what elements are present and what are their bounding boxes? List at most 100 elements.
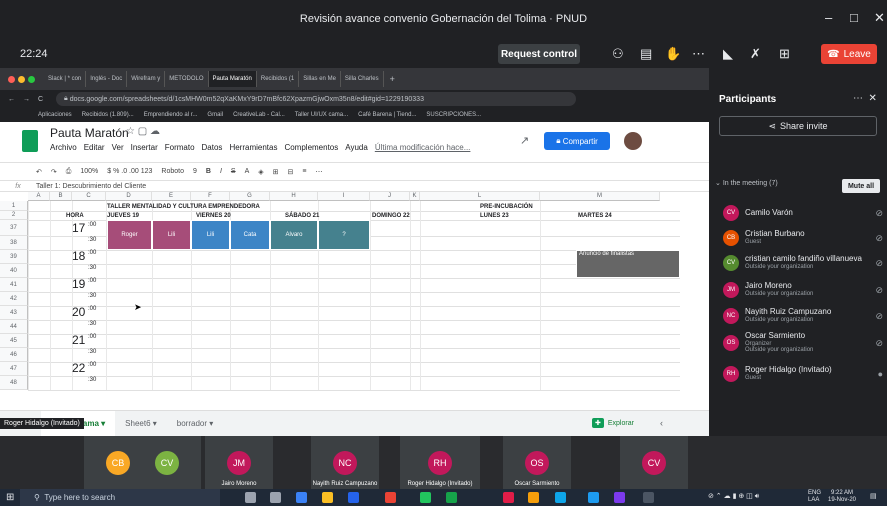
row-header[interactable]: 38 <box>0 236 28 250</box>
menu-item[interactable]: Complementos <box>284 143 338 152</box>
finalists-block[interactable]: Anuncio de finalistas <box>576 250 680 278</box>
browser-tab[interactable]: Inglés - Doc <box>86 71 128 87</box>
star-icon[interactable]: ☆ ▢ ☁ <box>126 126 160 137</box>
schedule-block[interactable]: ? <box>318 220 370 250</box>
column-header[interactable]: E <box>152 192 191 201</box>
in-meeting-label[interactable]: ⌄ In the meeting (7) <box>715 179 778 187</box>
column-header[interactable]: F <box>191 192 230 201</box>
column-header[interactable]: G <box>230 192 270 201</box>
notifications-icon[interactable]: ▤ <box>870 492 877 500</box>
browser-tab[interactable]: Recibidos (1 <box>256 71 300 87</box>
present-icon[interactable]: ⊞ <box>779 46 790 62</box>
mic-muted-icon[interactable]: ⊘ <box>875 285 883 296</box>
minimize-icon[interactable]: – <box>825 10 832 25</box>
browser-tab[interactable]: Wirefram y <box>127 71 166 87</box>
mic-muted-icon[interactable]: ⊘ <box>875 311 883 322</box>
column-header[interactable]: K <box>410 192 420 201</box>
menu-item[interactable]: Archivo <box>50 143 77 152</box>
app-icon[interactable] <box>503 492 514 503</box>
undo-icon[interactable]: ↶ <box>36 168 42 176</box>
column-header[interactable]: I <box>318 192 370 201</box>
mic-muted-icon[interactable]: ⊘ <box>875 258 883 269</box>
italic-icon[interactable]: I <box>220 168 222 175</box>
row-header[interactable]: 42 <box>0 292 28 306</box>
row-header[interactable]: 41 <box>0 278 28 292</box>
bookmark[interactable]: Emprendiendo al r... <box>144 112 198 118</box>
fill-color-icon[interactable]: ◈ <box>258 168 263 176</box>
close-window-icon[interactable]: ✕ <box>874 10 885 26</box>
participant-item[interactable]: RH Roger Hidalgo (Invitado) Guest ● <box>723 362 883 386</box>
back-icon[interactable]: ← <box>8 96 15 103</box>
print-icon[interactable]: ⎙ <box>66 168 72 176</box>
borders-icon[interactable]: ⊞ <box>273 168 279 176</box>
explore-button[interactable]: ✚ Explorar <box>592 418 634 428</box>
app-icon[interactable] <box>528 492 539 503</box>
mic-muted-icon[interactable]: ⊘ <box>875 208 883 219</box>
more-tools-icon[interactable]: ⋯ <box>316 168 323 176</box>
schedule-block[interactable]: Alvaro <box>270 220 318 250</box>
participant-tile[interactable]: CV <box>620 436 688 489</box>
merge-icon[interactable]: ⊟ <box>288 168 294 176</box>
font-select[interactable]: Roboto <box>161 168 184 175</box>
row-header[interactable]: 40 <box>0 264 28 278</box>
column-header[interactable]: B <box>50 192 72 201</box>
redo-icon[interactable]: ↷ <box>51 168 57 176</box>
camera-off-icon[interactable]: ◣ <box>723 46 733 62</box>
row-header[interactable]: 46 <box>0 348 28 362</box>
participant-tile[interactable]: CV <box>133 436 201 489</box>
more-options-icon[interactable]: ⋯ <box>692 46 705 62</box>
mic-muted-icon[interactable]: ⊘ <box>875 338 883 349</box>
calendar-icon[interactable] <box>555 492 566 503</box>
address-field[interactable]: 🔒︎ docs.google.com/spreadsheets/d/1csMHW… <box>56 92 576 106</box>
row-header[interactable]: 37 <box>0 220 28 236</box>
bold-icon[interactable]: B <box>206 168 211 175</box>
share-button[interactable]: 🔒︎ Compartir <box>544 132 610 150</box>
menu-item[interactable]: Formato <box>165 143 195 152</box>
app-icon[interactable] <box>643 492 654 503</box>
row-header[interactable]: 39 <box>0 250 28 264</box>
menu-item[interactable]: Ver <box>112 143 124 152</box>
activity-icon[interactable]: ↗ <box>520 134 529 147</box>
user-avatar[interactable] <box>624 132 642 150</box>
participant-tile[interactable]: JM Jairo Moreno <box>205 436 273 489</box>
leave-button[interactable]: ☎ Leave <box>821 44 877 64</box>
participant-item[interactable]: NC Nayith Ruiz Campuzano Outside your or… <box>723 304 883 328</box>
column-header[interactable]: H <box>270 192 318 201</box>
bookmark[interactable]: Aplicaciones <box>38 112 72 118</box>
strikethrough-icon[interactable]: S <box>231 168 236 175</box>
bookmark[interactable]: Recibidos (1.809)... <box>82 112 134 118</box>
participant-tile[interactable]: RH Roger Hidalgo (Invitado) <box>400 436 480 489</box>
collapse-icon[interactable]: ‹ <box>660 418 663 428</box>
twitter-icon[interactable] <box>588 492 599 503</box>
bookmark[interactable]: Taller UI/UX cama... <box>295 112 348 118</box>
column-header[interactable]: J <box>370 192 410 201</box>
excel-icon[interactable] <box>446 492 457 503</box>
bookmark[interactable]: SUSCRIPCIONES... <box>426 112 481 118</box>
taskbar-search[interactable]: ⚲ Type here to search <box>20 489 220 506</box>
file-explorer-icon[interactable] <box>322 492 333 503</box>
column-header[interactable]: C <box>72 192 106 201</box>
clock[interactable]: 9:22 AM 19-Nov-20 <box>828 490 856 503</box>
browser-tab[interactable]: METODOLO <box>165 71 209 87</box>
participant-tile[interactable]: NC Nayith Ruiz Campuzano <box>311 436 379 489</box>
menu-item[interactable]: Editar <box>84 143 105 152</box>
font-size-select[interactable]: 9 <box>193 168 197 175</box>
row-header[interactable]: 43 <box>0 306 28 320</box>
text-color-icon[interactable]: A <box>245 168 250 175</box>
menu-item[interactable]: Insertar <box>131 143 158 152</box>
row-header[interactable]: 2 <box>0 211 28 220</box>
row-header[interactable]: 44 <box>0 320 28 334</box>
chrome-icon[interactable] <box>385 492 396 503</box>
language-indicator[interactable]: ENG LAA <box>808 490 821 503</box>
participant-item[interactable]: OS Oscar Sarmiento Organizer Outside you… <box>723 331 883 355</box>
task-view-icon[interactable] <box>270 492 281 503</box>
column-header[interactable]: A <box>28 192 50 201</box>
store-icon[interactable] <box>348 492 359 503</box>
browser-tab[interactable]: Sillas en Me <box>299 71 341 87</box>
cortana-icon[interactable] <box>245 492 256 503</box>
participant-tile[interactable]: OS Oscar Sarmiento <box>503 436 571 489</box>
whatsapp-icon[interactable] <box>420 492 431 503</box>
bookmark[interactable]: Gmail <box>207 112 223 118</box>
participant-item[interactable]: CV Camilo Varón ⊘ <box>723 201 883 225</box>
menu-item[interactable]: Herramientas <box>229 143 277 152</box>
